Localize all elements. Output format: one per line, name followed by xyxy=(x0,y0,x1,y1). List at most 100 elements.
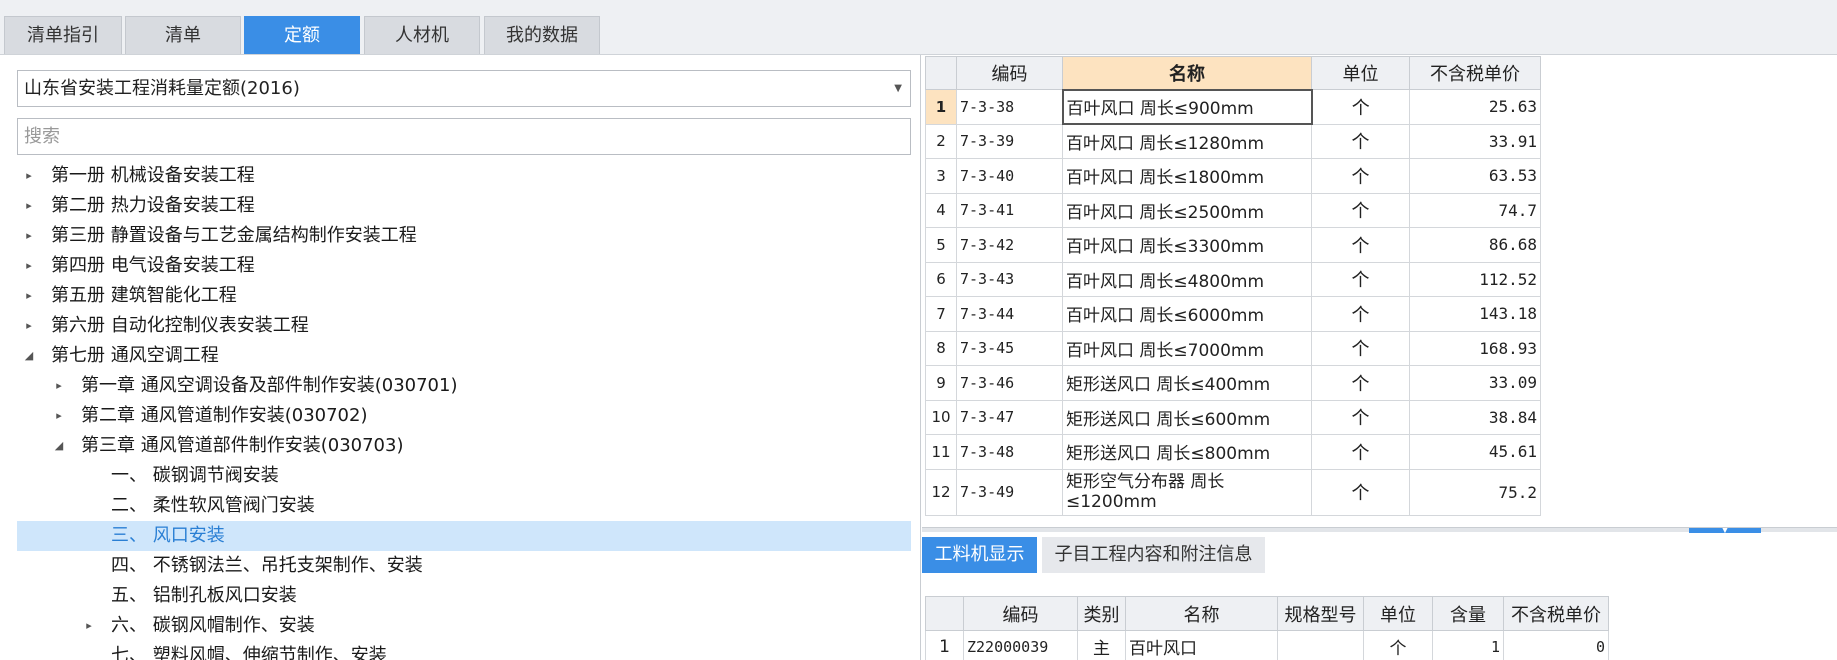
cell-code[interactable]: 7-3-41 xyxy=(956,192,1063,228)
expand-arrow-icon[interactable]: ▸ xyxy=(21,311,37,341)
tree-node[interactable]: 四、 不锈钢法兰、吊托支架制作、安装 xyxy=(17,551,911,581)
cell-name[interactable]: 百叶风口 xyxy=(1125,630,1278,660)
cell-name[interactable]: 矩形送风口 周长≤400mm xyxy=(1062,365,1312,401)
cell-unit[interactable]: 个 xyxy=(1311,261,1410,297)
expand-arrow-icon[interactable]: ▸ xyxy=(21,221,37,251)
tab-bill-guide[interactable]: 清单指引 xyxy=(4,16,122,54)
table-row[interactable]: 12 7-3-49 矩形空气分布器 周长≤1200mm 个 75.2 xyxy=(925,468,1541,516)
table-row[interactable]: 1 Z22000039 主 百叶风口 个 1 0 xyxy=(925,630,1609,660)
cell-code[interactable]: 7-3-43 xyxy=(956,261,1063,297)
cell-price[interactable]: 45.61 xyxy=(1409,434,1541,470)
cell-unit[interactable]: 个 xyxy=(1311,158,1410,194)
search-input[interactable] xyxy=(17,118,911,155)
tree-node[interactable]: ▸ 第二册 热力设备安装工程 xyxy=(17,191,911,221)
cell-price[interactable]: 25.63 xyxy=(1409,89,1541,125)
tree-node[interactable]: ▸ 六、 碳钢风帽制作、安装 xyxy=(17,611,911,641)
column-header-unit[interactable]: 单位 xyxy=(1311,56,1410,90)
cell-code[interactable]: 7-3-40 xyxy=(956,158,1063,194)
tree-node[interactable]: ▸ 第一章 通风空调设备及部件制作安装(030701) xyxy=(17,371,911,401)
expand-arrow-icon[interactable]: ▸ xyxy=(81,611,97,641)
expand-arrow-icon[interactable]: ▸ xyxy=(21,191,37,221)
table-row[interactable]: 7 7-3-44 百叶风口 周长≤6000mm 个 143.18 xyxy=(925,296,1541,332)
cell-code[interactable]: 7-3-49 xyxy=(956,468,1063,516)
table-row[interactable]: 9 7-3-46 矩形送风口 周长≤400mm 个 33.09 xyxy=(925,365,1541,401)
cell-code[interactable]: 7-3-38 xyxy=(956,89,1063,125)
cell-unit[interactable]: 个 xyxy=(1311,330,1410,366)
cell-price[interactable]: 63.53 xyxy=(1409,158,1541,194)
tab-quota[interactable]: 定额 xyxy=(244,16,360,54)
tree-node[interactable]: ◢ 第七册 通风空调工程 xyxy=(17,341,911,371)
collapse-arrow-icon[interactable]: ◢ xyxy=(51,431,67,461)
cell-name[interactable]: 矩形送风口 周长≤800mm xyxy=(1062,434,1312,470)
cell-code[interactable]: 7-3-39 xyxy=(956,123,1063,159)
tab-labor-material-machine[interactable]: 人材机 xyxy=(364,16,480,54)
tree-node[interactable]: ◢ 第三章 通风管道部件制作安装(030703) xyxy=(17,431,911,461)
collapse-handle-icon[interactable]: ▼ xyxy=(1689,528,1761,533)
column-header-price[interactable]: 不含税单价 xyxy=(1409,56,1541,90)
cell-name[interactable]: 百叶风口 周长≤6000mm xyxy=(1062,296,1312,332)
quota-library-select[interactable]: 山东省安装工程消耗量定额(2016) ▼ xyxy=(17,70,911,107)
tree-node-selected[interactable]: 三、 风口安装 xyxy=(17,521,911,551)
cell-price[interactable]: 112.52 xyxy=(1409,261,1541,297)
cell-name[interactable]: 百叶风口 周长≤7000mm xyxy=(1062,330,1312,366)
cell-unit[interactable]: 个 xyxy=(1311,365,1410,401)
column-header-qty[interactable]: 含量 xyxy=(1432,596,1504,631)
cell-unit[interactable]: 个 xyxy=(1311,434,1410,470)
column-header-name[interactable]: 名称 xyxy=(1062,56,1312,90)
tab-my-data[interactable]: 我的数据 xyxy=(484,16,600,54)
cell-price[interactable]: 33.09 xyxy=(1409,365,1541,401)
cell-unit[interactable]: 个 xyxy=(1311,296,1410,332)
tree-node[interactable]: 二、 柔性软风管阀门安装 xyxy=(17,491,911,521)
cell-code[interactable]: Z22000039 xyxy=(963,630,1078,660)
cell-spec[interactable] xyxy=(1277,630,1364,660)
tree-node[interactable]: ▸ 第一册 机械设备安装工程 xyxy=(17,161,911,191)
table-row[interactable]: 8 7-3-45 百叶风口 周长≤7000mm 个 168.93 xyxy=(925,330,1541,366)
cell-code[interactable]: 7-3-48 xyxy=(956,434,1063,470)
cell-unit[interactable]: 个 xyxy=(1311,123,1410,159)
collapse-arrow-icon[interactable]: ◢ xyxy=(21,341,37,371)
tab-work-content-notes[interactable]: 子目工程内容和附注信息 xyxy=(1042,537,1265,573)
expand-arrow-icon[interactable]: ▸ xyxy=(51,371,67,401)
column-header-unit[interactable]: 单位 xyxy=(1363,596,1433,631)
cell-name[interactable]: 矩形空气分布器 周长≤1200mm xyxy=(1062,468,1312,516)
tree-node[interactable]: 一、 碳钢调节阀安装 xyxy=(17,461,911,491)
column-header-name[interactable]: 名称 xyxy=(1125,596,1278,631)
table-row-selected[interactable]: 1 7-3-38 百叶风口 周长≤900mm 个 25.63 xyxy=(925,88,1541,125)
table-row[interactable]: 2 7-3-39 百叶风口 周长≤1280mm 个 33.91 xyxy=(925,123,1541,159)
tree-node[interactable]: ▸ 第三册 静置设备与工艺金属结构制作安装工程 xyxy=(17,221,911,251)
cell-unit[interactable]: 个 xyxy=(1311,192,1410,228)
tree-node[interactable]: ▸ 第五册 建筑智能化工程 xyxy=(17,281,911,311)
cell-name[interactable]: 百叶风口 周长≤3300mm xyxy=(1062,227,1312,263)
cell-code[interactable]: 7-3-46 xyxy=(956,365,1063,401)
pane-splitter[interactable]: ▼ xyxy=(922,527,1837,533)
expand-arrow-icon[interactable]: ▸ xyxy=(21,161,37,191)
cell-name[interactable]: 百叶风口 周长≤1800mm xyxy=(1062,158,1312,194)
cell-name[interactable]: 百叶风口 周长≤900mm xyxy=(1061,88,1313,125)
cell-unit[interactable]: 个 xyxy=(1311,227,1410,263)
tab-bill[interactable]: 清单 xyxy=(125,16,241,54)
cell-price[interactable]: 143.18 xyxy=(1409,296,1541,332)
tree-node[interactable]: ▸ 第六册 自动化控制仪表安装工程 xyxy=(17,311,911,341)
table-row[interactable]: 4 7-3-41 百叶风口 周长≤2500mm 个 74.7 xyxy=(925,192,1541,228)
cell-code[interactable]: 7-3-45 xyxy=(956,330,1063,366)
cell-price[interactable]: 86.68 xyxy=(1409,227,1541,263)
tree-node[interactable]: 七、 塑料风帽、伸缩节制作、安装 xyxy=(17,641,911,660)
column-header-spec[interactable]: 规格型号 xyxy=(1277,596,1364,631)
cell-name[interactable]: 百叶风口 周长≤1280mm xyxy=(1062,123,1312,159)
cell-code[interactable]: 7-3-44 xyxy=(956,296,1063,332)
cell-price[interactable]: 38.84 xyxy=(1409,399,1541,435)
tree-node[interactable]: 五、 铝制孔板风口安装 xyxy=(17,581,911,611)
tab-resource-display[interactable]: 工料机显示 xyxy=(922,537,1037,573)
column-header-price[interactable]: 不含税单价 xyxy=(1503,596,1609,631)
table-row[interactable]: 6 7-3-43 百叶风口 周长≤4800mm 个 112.52 xyxy=(925,261,1541,297)
cell-code[interactable]: 7-3-42 xyxy=(956,227,1063,263)
cell-name[interactable]: 矩形送风口 周长≤600mm xyxy=(1062,399,1312,435)
expand-arrow-icon[interactable]: ▸ xyxy=(21,251,37,281)
tree-node[interactable]: ▸ 第四册 电气设备安装工程 xyxy=(17,251,911,281)
column-header-code[interactable]: 编码 xyxy=(956,56,1063,90)
cell-code[interactable]: 7-3-47 xyxy=(956,399,1063,435)
cell-price[interactable]: 33.91 xyxy=(1409,123,1541,159)
table-row[interactable]: 5 7-3-42 百叶风口 周长≤3300mm 个 86.68 xyxy=(925,227,1541,263)
table-row[interactable]: 11 7-3-48 矩形送风口 周长≤800mm 个 45.61 xyxy=(925,434,1541,470)
cell-price[interactable]: 74.7 xyxy=(1409,192,1541,228)
